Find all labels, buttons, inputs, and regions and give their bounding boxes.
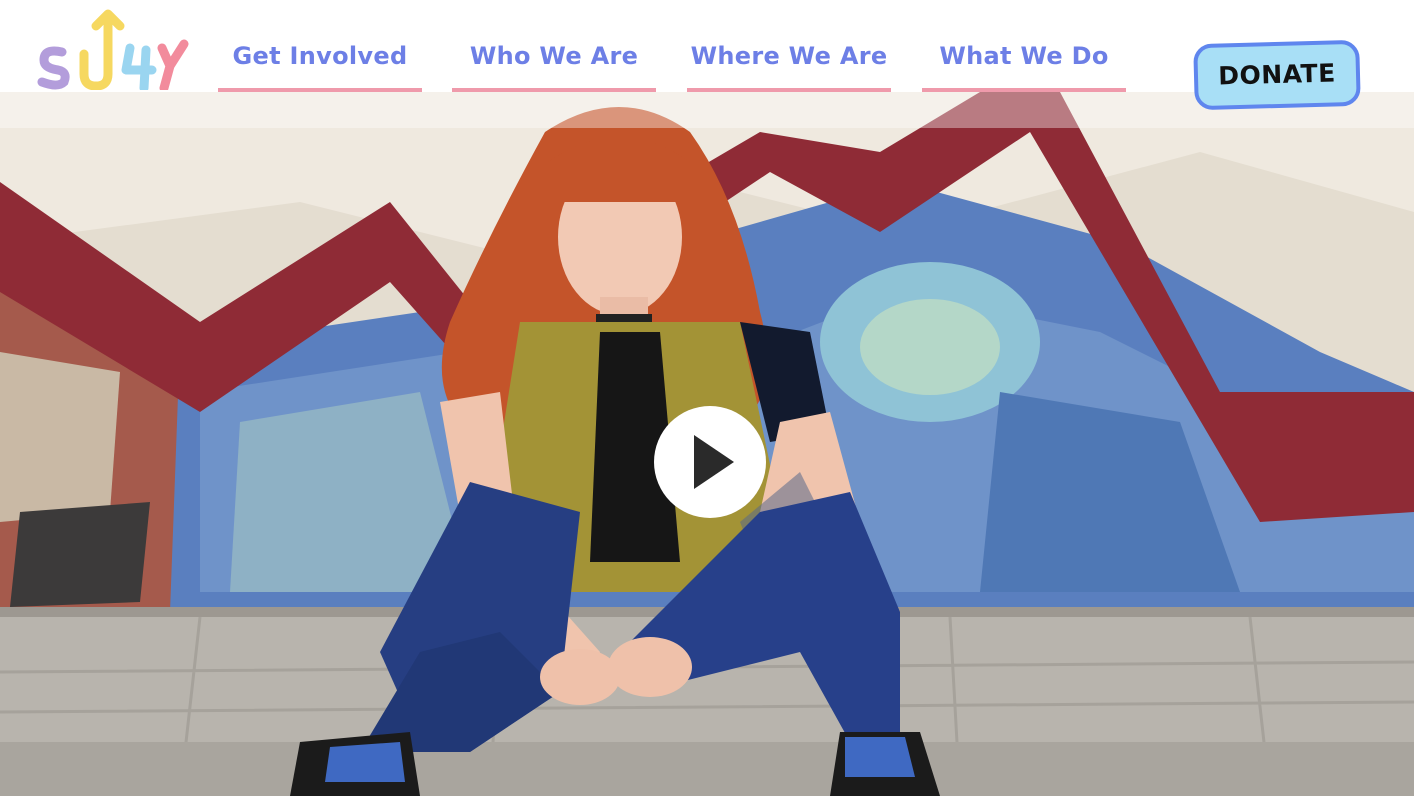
nav-underline — [687, 88, 891, 92]
nav-item-label: Who We Are — [469, 42, 639, 70]
brand-logo[interactable] — [34, 8, 194, 90]
nav-item-label: What We Do — [939, 42, 1109, 70]
page: Get Involved Who We Are Where We Are Wha… — [0, 0, 1414, 796]
nav-item-label: Where We Are — [690, 42, 888, 70]
nav-underline — [452, 88, 656, 92]
nav-item-label: Get Involved — [232, 42, 408, 70]
nav-item-where-we-are[interactable]: Where We Are — [687, 0, 891, 92]
play-button[interactable] — [654, 406, 766, 518]
nav-item-who-we-are[interactable]: Who We Are — [452, 0, 656, 92]
nav-item-get-involved[interactable]: Get Involved — [218, 0, 422, 92]
play-icon — [694, 435, 734, 489]
donate-button[interactable]: DONATE — [1193, 39, 1361, 111]
nav-item-what-we-do[interactable]: What We Do — [922, 0, 1126, 92]
nav-underline — [922, 88, 1126, 92]
nav-underline — [218, 88, 422, 92]
